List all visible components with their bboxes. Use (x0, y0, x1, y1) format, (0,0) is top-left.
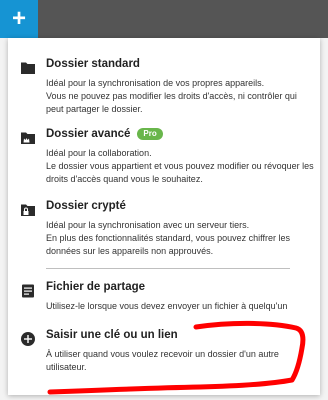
menu-item-description: Idéal pour la synchronisation avec un se… (46, 219, 314, 258)
top-toolbar (0, 0, 328, 38)
folder-icon (20, 60, 36, 76)
description-line: Idéal pour la synchronisation avec un se… (46, 220, 250, 230)
menu-item-share-file[interactable]: Fichier de partage Utilisez-le lorsque v… (8, 281, 320, 315)
add-button[interactable]: + (0, 0, 38, 38)
add-circle-icon (20, 331, 36, 347)
menu-item-description: Idéal pour la collaboration. Le dossier … (46, 147, 314, 186)
description-line: Le dossier vous appartient et vous pouve… (46, 161, 314, 184)
menu-item-advanced-folder[interactable]: Dossier avancé Pro Idéal pour la collabor… (8, 128, 320, 188)
menu-item-enter-key-or-link[interactable]: Saisir une clé ou un lien À utiliser qua… (8, 329, 320, 377)
description-line: Idéal pour la collaboration. (46, 148, 152, 158)
description-line: Vous ne pouvez pas modifier les droits d… (46, 91, 297, 114)
menu-item-title: Dossier standard (46, 58, 140, 70)
pro-badge: Pro (137, 128, 163, 140)
menu-divider (46, 268, 290, 269)
document-icon (20, 283, 36, 299)
menu-item-title: Dossier avancé Pro (46, 128, 163, 140)
description-line: En plus des fonctionnalités standard, vo… (46, 233, 290, 256)
menu-item-description: Utilisez-le lorsque vous devez envoyer u… (46, 300, 314, 313)
menu-item-title: Fichier de partage (46, 281, 146, 293)
menu-item-title-text: Dossier avancé (46, 128, 131, 140)
menu-item-standard-folder[interactable]: Dossier standard Idéal pour la synchroni… (8, 58, 320, 116)
lock-folder-icon (20, 202, 36, 218)
menu-item-title: Dossier crypté (46, 200, 126, 212)
description-line: À utiliser quand vous voulez recevoir un… (46, 349, 279, 372)
menu-item-description: Idéal pour la synchronisation de vos pro… (46, 77, 314, 116)
plus-icon: + (11, 5, 26, 32)
menu-item-encrypted-folder[interactable]: Dossier crypté Idéal pour la synchronisa… (8, 200, 320, 260)
description-line: Utilisez-le lorsque vous devez envoyer u… (46, 301, 288, 311)
description-line: Idéal pour la synchronisation de vos pro… (46, 78, 265, 88)
add-menu-dropdown: Dossier standard Idéal pour la synchroni… (8, 38, 320, 395)
menu-item-description: À utiliser quand vous voulez recevoir un… (46, 348, 314, 374)
crown-folder-icon (20, 130, 36, 146)
menu-item-title: Saisir une clé ou un lien (46, 329, 178, 341)
